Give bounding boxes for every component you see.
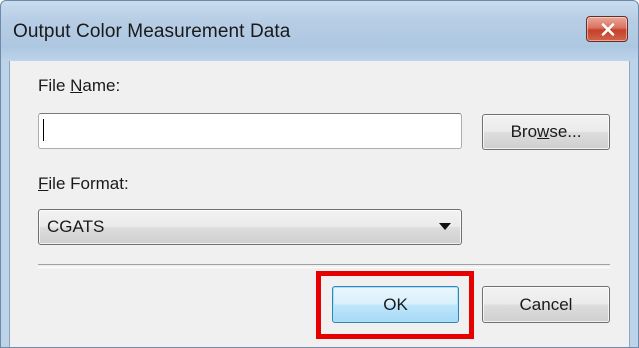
title-bar[interactable]: Output Color Measurement Data xyxy=(1,1,638,61)
file-format-value: CGATS xyxy=(47,217,105,236)
file-name-label: File Name: xyxy=(38,76,121,95)
dialog-body: File Name: Browse... File Format: CGATS … xyxy=(9,61,630,347)
dropdown-arrow-icon[interactable] xyxy=(439,223,451,230)
dialog-window: Output Color Measurement Data File Name:… xyxy=(0,0,639,348)
window-title: Output Color Measurement Data xyxy=(13,21,291,42)
ok-button[interactable]: OK xyxy=(332,286,459,323)
file-format-select[interactable]: CGATS xyxy=(38,209,462,245)
text-caret xyxy=(43,119,44,141)
close-button[interactable] xyxy=(586,16,628,42)
divider xyxy=(38,264,610,268)
close-icon xyxy=(601,23,615,36)
browse-button[interactable]: Browse... xyxy=(482,114,610,150)
file-name-input[interactable] xyxy=(38,113,462,149)
cancel-button[interactable]: Cancel xyxy=(482,286,610,323)
file-format-label: File Format: xyxy=(38,174,129,193)
